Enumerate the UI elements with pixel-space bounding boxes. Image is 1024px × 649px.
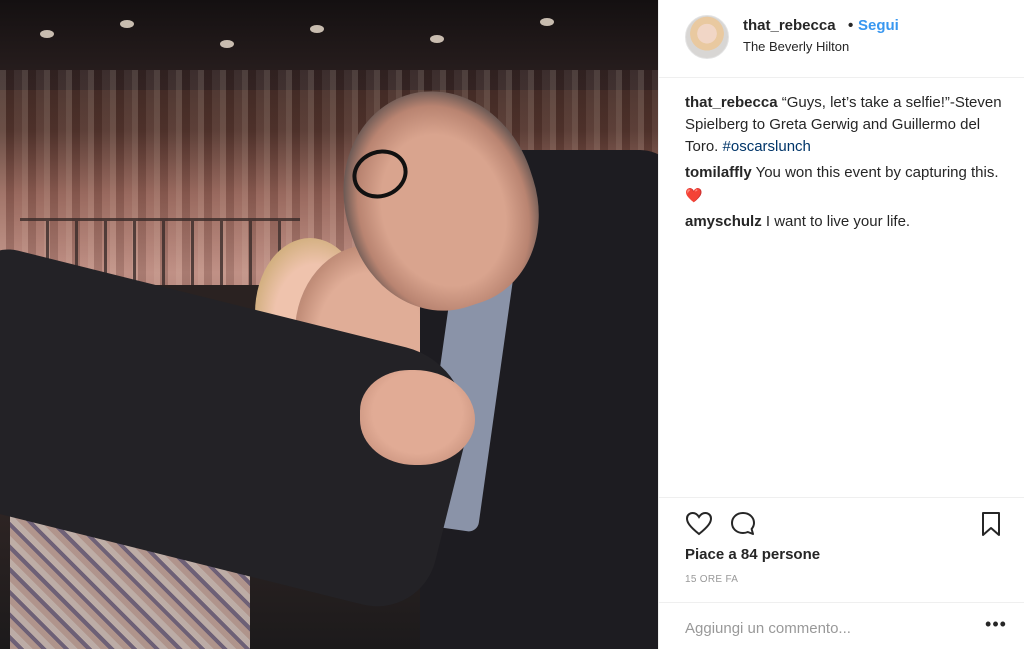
hand [360,370,475,465]
avatar[interactable] [685,15,729,59]
post-timestamp[interactable]: 15 ORE FA [685,574,738,585]
location-link[interactable]: The Beverly Hilton [743,39,849,54]
post-side-panel: that_rebecca • Segui The Beverly Hilton … [658,0,1024,649]
post-header: that_rebecca • Segui The Beverly Hilton [659,0,1024,78]
comment-author[interactable]: that_rebecca [685,94,778,111]
heart-outline-icon[interactable] [685,510,713,538]
list-item: amyschulz I want to live your life. [685,211,1007,233]
stage-light [40,30,54,38]
stage-light [430,35,444,43]
stage-light [120,20,134,28]
comments-list: that_rebecca “Guys, let’s take a selfie!… [685,92,1007,237]
comment-author[interactable]: amyschulz [685,213,762,230]
follow-button[interactable]: Segui [858,17,899,34]
list-item: tomilaffly You won this event by capturi… [685,162,1007,207]
stage-light [310,25,324,33]
caption-comment: that_rebecca “Guys, let’s take a selfie!… [685,92,1007,158]
comment-bubble-icon[interactable] [729,510,757,538]
hashtag-link[interactable]: #oscarslunch [723,138,811,155]
bookmark-icon[interactable] [977,510,1005,538]
stage-light [220,40,234,48]
more-options-icon[interactable]: ••• [985,615,1007,637]
username-link[interactable]: that_rebecca [743,17,836,34]
comment-text: I want to live your life. [761,213,911,230]
stage-light [540,18,554,26]
comment-author[interactable]: tomilaffly [685,164,752,181]
post-photo[interactable] [0,0,658,649]
heart-emoji-icon: ❤️ [685,187,703,203]
separator-dot: • [848,17,854,34]
comment-input[interactable] [685,617,965,639]
comment-text: You won this event by capturing this. [751,164,999,181]
likes-count[interactable]: Piace a 84 persone [685,546,820,563]
add-comment-bar: ••• [659,602,1024,649]
